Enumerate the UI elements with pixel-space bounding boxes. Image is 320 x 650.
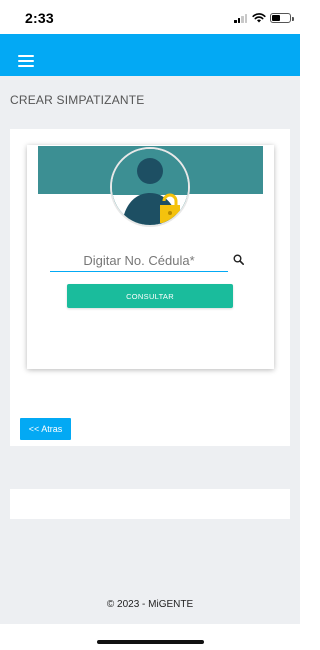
cedula-input[interactable] (50, 250, 228, 272)
back-button[interactable]: << Atras (20, 418, 71, 440)
menu-icon[interactable] (18, 55, 34, 67)
card-footer (10, 489, 290, 519)
search-icon[interactable] (233, 254, 244, 265)
status-time: 2:33 (25, 10, 54, 26)
home-indicator[interactable] (97, 640, 204, 644)
copyright-text: © 2023 - MiGENTE (106, 599, 194, 610)
avatar (110, 147, 190, 227)
consultar-button[interactable]: CONSULTAR (67, 284, 233, 308)
battery-icon (270, 13, 294, 23)
cellular-signal-icon (234, 14, 248, 23)
wifi-icon (252, 13, 266, 23)
app-bar (0, 34, 300, 76)
user-lock-icon (112, 149, 188, 225)
status-bar: 2:33 (0, 0, 300, 34)
page-title: CREAR SIMPATIZANTE (10, 93, 145, 107)
